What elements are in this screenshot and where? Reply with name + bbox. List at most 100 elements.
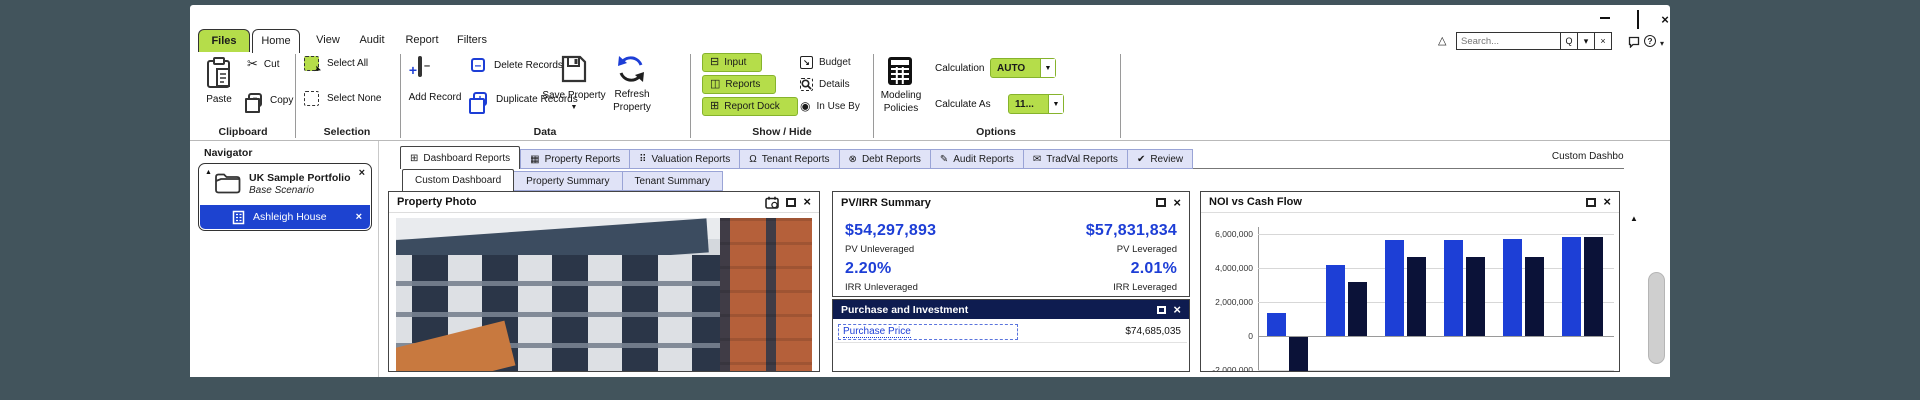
search-clear-icon[interactable]: × xyxy=(1594,33,1611,49)
calculation-dropdown[interactable]: AUTO ▼ xyxy=(990,58,1056,78)
save-property-button[interactable] xyxy=(560,54,588,84)
tab-dashboard-reports[interactable]: ⊞Dashboard Reports xyxy=(400,146,520,169)
reports-toggle[interactable]: ◫ Reports xyxy=(702,75,776,94)
refresh-property-button[interactable] xyxy=(616,54,646,84)
panel-close-icon[interactable]: × xyxy=(803,197,811,207)
budget-button[interactable]: ↘ Budget xyxy=(800,56,851,69)
input-toggle[interactable]: ⊟ Input xyxy=(702,53,762,72)
budget-arrow-glyph: ↘ xyxy=(803,58,810,67)
show-hide-group-label: Show / Hide xyxy=(732,126,832,138)
sub-tabstrip: Custom Dashboard Property Summary Tenant… xyxy=(402,169,723,191)
search-box: Q ▾ × xyxy=(1456,32,1612,50)
add-record-button[interactable]: – + xyxy=(418,58,422,76)
minimize-button[interactable] xyxy=(1598,11,1612,23)
noi-chart: 6,000,0004,000,0002,000,0000-2,000,000 xyxy=(1201,213,1619,371)
property-node-selected[interactable]: Ashleigh House × xyxy=(200,205,370,229)
menu-tab-audit[interactable]: Audit xyxy=(350,29,394,52)
navigator-panel: Navigator ▲ UK Sample Portfolio Base Sce… xyxy=(190,141,379,377)
in-use-by-button[interactable]: ◉ In Use By xyxy=(800,100,860,112)
subtab-property-summary[interactable]: Property Summary xyxy=(514,171,622,191)
slideshow-icon[interactable] xyxy=(765,196,779,209)
group-separator xyxy=(295,54,296,138)
property-close-icon[interactable]: × xyxy=(356,211,362,223)
details-button[interactable]: Details xyxy=(800,78,850,91)
restore-button[interactable] xyxy=(1631,11,1645,23)
tab-tradval-reports[interactable]: ✉TradVal Reports xyxy=(1024,149,1128,169)
report-dock-toggle[interactable]: ⊞ Report Dock xyxy=(702,97,798,116)
paste-button[interactable] xyxy=(206,57,232,89)
menu-tab-report[interactable]: Report xyxy=(398,29,446,52)
maximize-icon[interactable] xyxy=(1586,198,1596,207)
maximize-icon[interactable] xyxy=(1156,198,1166,207)
subtab-custom-dashboard[interactable]: Custom Dashboard xyxy=(402,169,514,191)
maximize-icon[interactable] xyxy=(786,198,796,207)
scroll-up-icon[interactable]: ▲ xyxy=(1630,214,1638,223)
tab-property-reports[interactable]: ▦ Property Reports xyxy=(520,149,630,169)
tab-valuation-reports[interactable]: ⠿Valuation Reports xyxy=(630,149,740,169)
panel-close-icon[interactable]: × xyxy=(1173,305,1181,315)
subtab-tenant-summary[interactable]: Tenant Summary xyxy=(623,171,724,191)
save-property-caret[interactable]: ▼ xyxy=(538,104,610,111)
tab-label: Debt Reports xyxy=(862,154,921,165)
search-caret-icon[interactable]: ▾ xyxy=(1577,33,1594,49)
navigator-title: Navigator xyxy=(204,147,252,159)
audit-doc-icon: ✎ xyxy=(940,154,948,165)
portfolio-name: UK Sample Portfolio xyxy=(249,172,351,184)
menu-tab-home[interactable]: Home xyxy=(252,29,300,53)
menu-tab-view[interactable]: View xyxy=(307,29,349,52)
help-icon[interactable]: ? xyxy=(1644,35,1656,47)
scenario-name: Base Scenario xyxy=(249,185,314,196)
folder-icon xyxy=(214,171,242,195)
maximize-icon[interactable] xyxy=(1157,306,1166,314)
close-button[interactable]: × xyxy=(1658,11,1672,23)
cut-icon: ✂ xyxy=(247,56,258,72)
copy-button[interactable]: ≡ Copy xyxy=(248,93,293,107)
select-none-icon xyxy=(304,91,319,106)
select-none-button[interactable]: Select None xyxy=(304,91,381,106)
chart-bar-noi xyxy=(1562,237,1581,336)
select-all-button[interactable]: ➤ Select All xyxy=(304,56,368,71)
chart-bar-noi xyxy=(1385,240,1404,336)
cut-button[interactable]: ✂ Cut xyxy=(247,56,279,72)
search-icon[interactable]: Q xyxy=(1560,33,1577,49)
cloud-sync-icon[interactable]: △ xyxy=(1438,35,1446,47)
tab-tenant-reports[interactable]: ΩTenant Reports xyxy=(740,149,839,169)
irr-leveraged-value: 2.01% xyxy=(1131,260,1177,278)
panel-close-icon[interactable]: × xyxy=(1603,197,1611,207)
modeling-policies-button[interactable] xyxy=(886,55,914,87)
calculate-as-dropdown[interactable]: 11... ▼ xyxy=(1008,94,1064,114)
menu-tab-filters[interactable]: Filters xyxy=(448,29,496,52)
portfolio-close-icon[interactable]: × xyxy=(359,167,365,179)
purchase-price-link[interactable]: Purchase Price xyxy=(843,326,911,338)
tab-label: Property Reports xyxy=(545,154,621,165)
more-caret-icon[interactable]: ▾ xyxy=(1660,38,1664,50)
irr-unleveraged-value: 2.20% xyxy=(845,260,891,278)
collapse-caret-icon[interactable]: ▲ xyxy=(205,169,212,176)
modeling-label2: Policies xyxy=(878,103,924,114)
building-tab-icon: ▦ xyxy=(530,154,539,165)
refresh-property-label1: Refresh xyxy=(606,89,658,100)
delete-records-button[interactable]: – Delete Records xyxy=(471,58,563,72)
search-input[interactable] xyxy=(1457,33,1560,49)
irr-unleveraged-label: IRR Unleveraged xyxy=(845,282,918,293)
tab-label: Dashboard Reports xyxy=(423,153,510,164)
panel-title: Purchase and Investment xyxy=(841,304,968,316)
portfolio-node[interactable]: ▲ UK Sample Portfolio Base Scenario × As… xyxy=(198,163,372,231)
panel-close-icon[interactable]: × xyxy=(1173,198,1181,208)
dashboard-selector[interactable]: Custom Dashboard xyxy=(1520,151,1638,162)
menu-tab-files[interactable]: Files xyxy=(198,29,250,52)
tab-audit-reports[interactable]: ✎Audit Reports xyxy=(931,149,1024,169)
pv-leveraged-value: $57,831,834 xyxy=(1086,222,1177,240)
vertical-scrollbar-thumb[interactable] xyxy=(1648,272,1665,364)
minimize-icon xyxy=(1600,17,1610,19)
tab-review[interactable]: ✔Review xyxy=(1128,149,1193,169)
feedback-icon[interactable] xyxy=(1628,36,1640,48)
panel-title: PV/IRR Summary xyxy=(841,197,931,209)
tab-debt-reports[interactable]: ⊗Debt Reports xyxy=(840,149,931,169)
purchase-price-cell[interactable]: Purchase Price xyxy=(838,324,1018,340)
group-separator xyxy=(873,54,874,138)
chart-ytick-label: 0 xyxy=(1201,331,1253,341)
subtab-label: Property Summary xyxy=(526,176,609,187)
modeling-policies-icon xyxy=(886,55,914,87)
tab-label: Review xyxy=(1150,154,1183,165)
